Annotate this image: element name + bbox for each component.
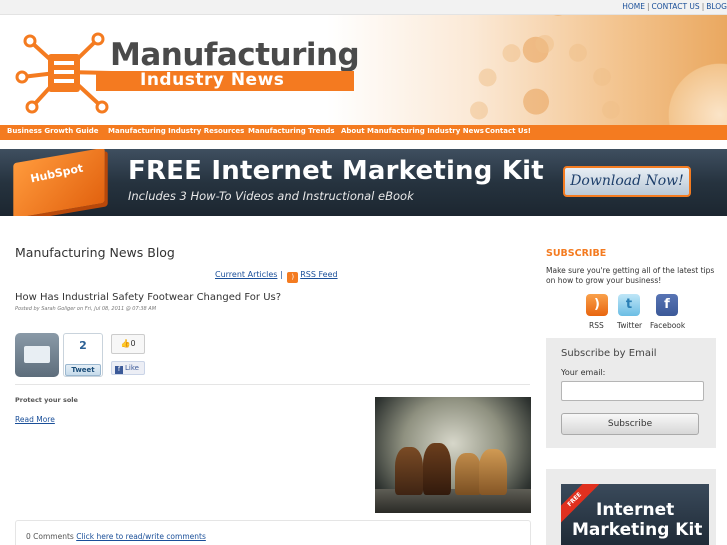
top-link-home[interactable]: HOME [622,2,645,11]
site-header: Manufacturing Industry News [0,15,727,125]
boot-shape [423,443,451,495]
top-link-blog[interactable]: BLOG [706,2,727,11]
like-label: Like [125,364,139,372]
envelope-icon [24,346,50,363]
rss-label[interactable]: RSS [589,321,604,330]
rss-icon[interactable]: ) [586,294,608,316]
top-links: HOME | CONTACT US | BLOG [622,2,727,11]
boot-shape [395,447,423,495]
facebook-icon[interactable]: f [656,294,678,316]
promo-line-2: Marketing Kit [572,520,703,540]
subscribe-text: Make sure you're getting all of the late… [546,266,715,285]
nav-item-manufacturing-trends[interactable]: Manufacturing Trends [248,127,335,135]
promo-line-1: Internet [596,500,675,520]
post-excerpt: Protect your sole [15,396,78,404]
work-boots-image [375,397,531,513]
tweet-count: 2 [79,339,87,352]
boot-shape [455,453,481,495]
main-nav: Business Growth Guide Manufacturing Indu… [0,125,727,140]
nav-item-contact-us[interactable]: Contact Us! [485,127,531,135]
current-articles-link[interactable]: Current Articles [215,270,277,279]
subscribe-button[interactable]: Subscribe [561,413,699,435]
read-more-link[interactable]: Read More [15,415,55,424]
facebook-label[interactable]: Facebook [650,321,685,330]
nav-item-business-growth-guide[interactable]: Business Growth Guide [7,127,99,135]
like-count-value: 0 [130,339,136,348]
top-links-separator: | [646,2,650,11]
email-field[interactable] [561,381,704,401]
download-now-button[interactable]: Download Now! [563,166,691,197]
top-links-separator: | [701,2,705,11]
like-count: 👍0 [111,334,145,354]
blog-links-separator: | [279,270,283,279]
email-share-button[interactable] [15,333,59,377]
thumbs-up-icon: 👍 [120,339,131,348]
comments-count: 0 Comments [26,532,74,541]
comments-text: 0 Comments Click here to read/write comm… [26,532,206,541]
nav-item-industry-resources[interactable]: Manufacturing Industry Resources [108,127,244,135]
tweet-widget: 2 Tweet [63,333,103,377]
facebook-like-button[interactable]: f Like [111,361,145,375]
twitter-icon[interactable]: t [618,294,640,316]
facebook-icon: f [115,366,123,374]
email-field-label: Your email: [561,368,606,377]
share-row: 2 Tweet 👍0 f Like [15,333,530,385]
comments-link[interactable]: Click here to read/write comments [76,532,206,541]
logo-subtitle[interactable]: Industry News [140,70,284,90]
marketing-kit-promo[interactable]: FREE Internet Marketing Kit [561,484,709,545]
top-link-contact[interactable]: CONTACT US [651,2,699,11]
ebook-icon [13,149,105,216]
page-title: Manufacturing News Blog [15,245,175,260]
banner-title: FREE Internet Marketing Kit [128,156,544,186]
subscribe-heading: SUBSCRIBE [546,248,607,259]
twitter-label[interactable]: Twitter [617,321,642,330]
boot-shape [479,449,507,495]
nav-item-about[interactable]: About Manufacturing Industry News [341,127,484,135]
free-ribbon: FREE [561,484,600,525]
rss-icon[interactable]: ) [287,272,299,283]
logo-title[interactable]: Manufacturing [110,37,360,73]
email-subscribe-title: Subscribe by Email [561,348,657,359]
post-meta: Posted by Sarah Goliger on Fri, Jul 08, … [15,306,157,312]
rss-feed-link[interactable]: RSS Feed [300,270,337,279]
tweet-button[interactable]: Tweet [65,364,101,376]
top-bar [0,0,727,15]
banner-subtitle: Includes 3 How-To Videos and Instruction… [128,189,414,203]
post-title[interactable]: How Has Industrial Safety Footwear Chang… [15,292,281,303]
blog-links: Current Articles | ) RSS Feed [215,270,338,283]
